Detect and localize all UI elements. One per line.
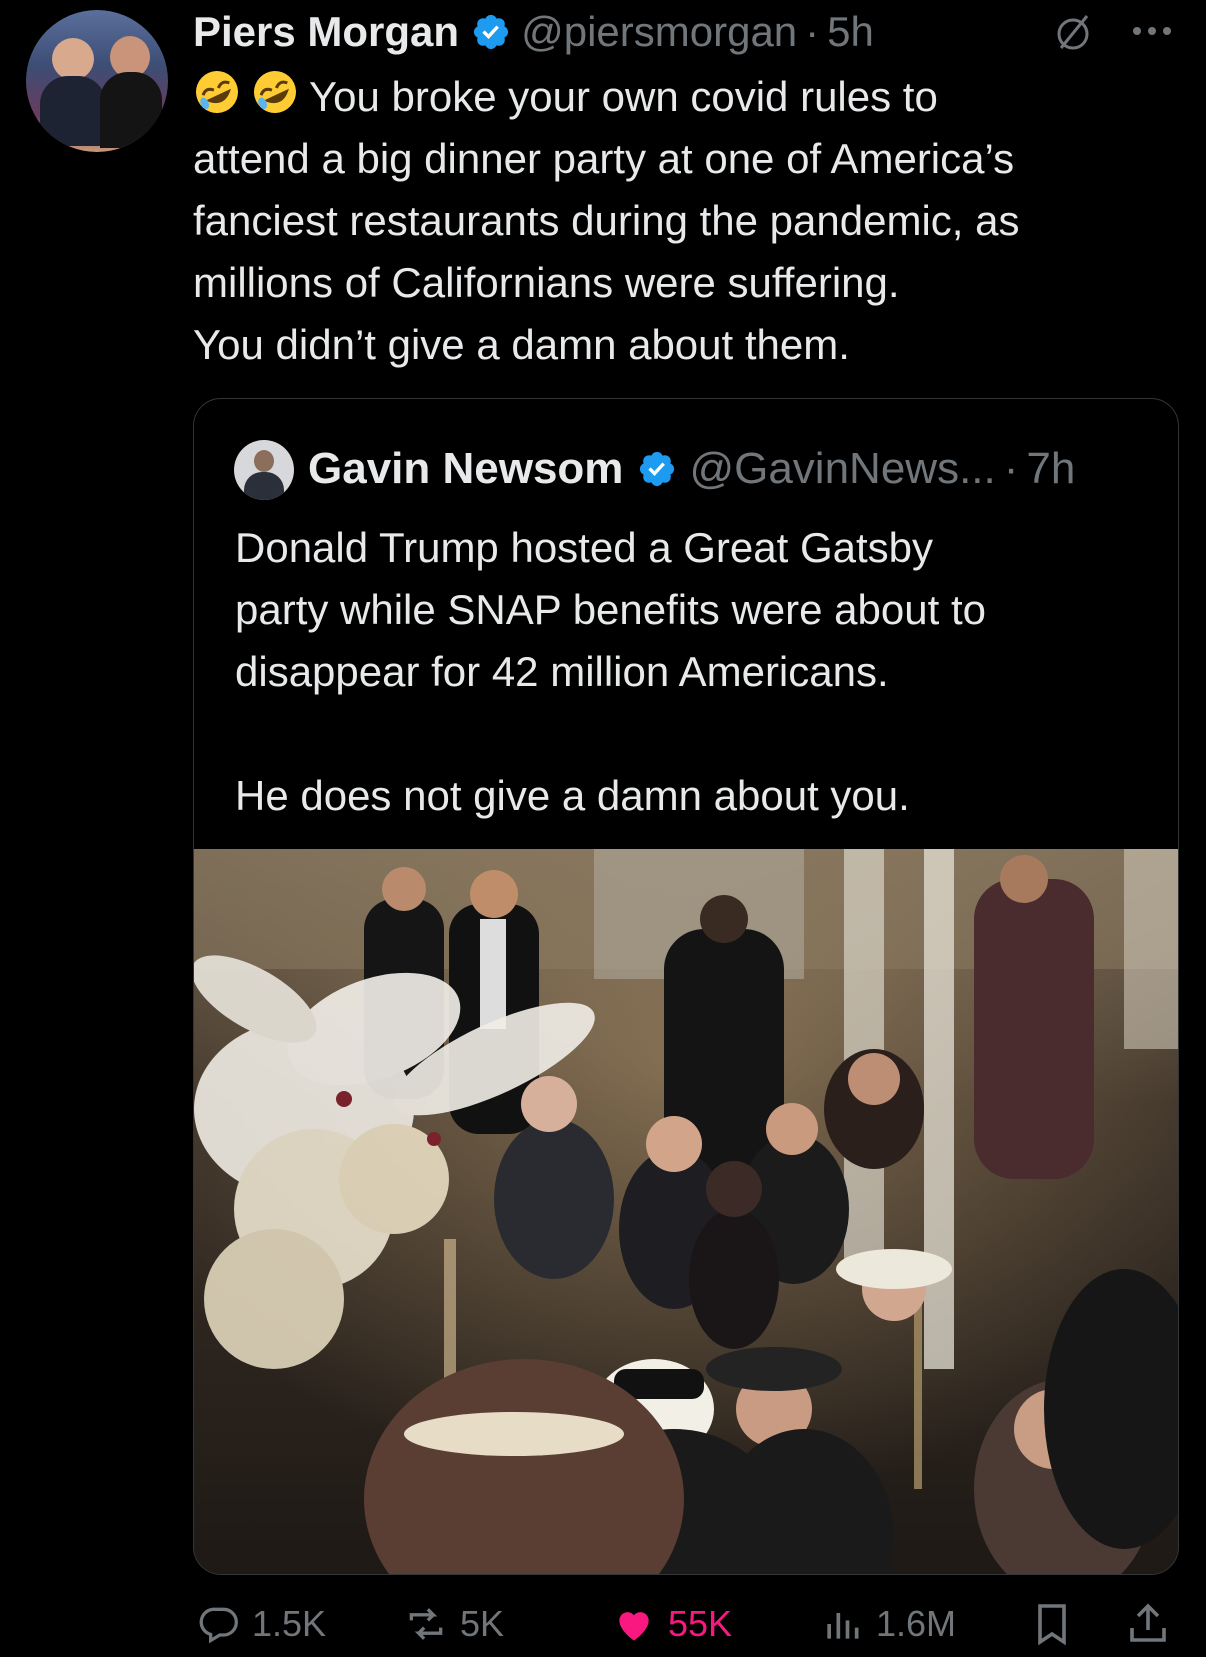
bookmark-icon[interactable] [1028, 1600, 1076, 1648]
rolling-on-floor-laughing-icon [254, 71, 296, 113]
separator-dot: · [805, 8, 820, 55]
quoted-author-avatar[interactable] [234, 440, 294, 500]
author-name[interactable]: Piers Morgan [193, 8, 459, 56]
author-handle[interactable]: @piersmorgan [521, 8, 797, 56]
reply-count: 1.5K [252, 1603, 327, 1644]
repost-button[interactable]: 5K [404, 1596, 504, 1652]
party-photo-image [194, 849, 1178, 1574]
tweet-text-line-1: You broke your own covid rules to [309, 73, 938, 120]
views-count: 1.6M [876, 1603, 957, 1644]
tweet-text-line-4: millions of Californians were suffering. [193, 259, 900, 306]
quoted-tweet-time[interactable]: 7h [1026, 444, 1075, 494]
share-icon[interactable] [1124, 1600, 1172, 1648]
tweet-header: Piers Morgan @piersmorgan · 5h [193, 6, 874, 58]
quoted-tweet-header: Gavin Newsom @GavinNews... · 7h [308, 443, 1075, 495]
tweet-text-line-3: fanciest restaurants during the pandemic… [193, 197, 1020, 244]
quoted-text-line-1: Donald Trump hosted a Great Gatsby [235, 524, 934, 571]
tweet-actions: 1.5K 5K 55K 1.6M [0, 1596, 1206, 1656]
repost-count: 5K [460, 1603, 505, 1644]
tweet-text-line-5: You didn’t give a damn about them. [193, 321, 850, 368]
tweet-time[interactable]: 5h [827, 8, 874, 56]
tweet-text-line-2: attend a big dinner party at one of Amer… [193, 135, 1015, 182]
like-count: 55K [668, 1603, 733, 1644]
party-photo[interactable] [194, 849, 1178, 1574]
tweet-text: You broke your own covid rules to attend… [193, 66, 1193, 376]
quoted-tweet[interactable]: Gavin Newsom @GavinNews... · 7h Donald T… [193, 398, 1179, 1575]
separator-dot: · [1003, 444, 1019, 493]
quoted-tweet-text: Donald Trump hosted a Great Gatsby party… [235, 517, 1155, 827]
tweet: Piers Morgan @piersmorgan · 5h You broke… [0, 0, 1206, 1657]
reply-button[interactable]: 1.5K [196, 1596, 326, 1652]
verified-badge-icon [640, 451, 675, 487]
more-options-icon[interactable] [1130, 24, 1174, 38]
views-chart-icon [827, 1613, 859, 1639]
quoted-author-name[interactable]: Gavin Newsom [308, 444, 623, 494]
reply-icon [199, 1607, 238, 1644]
quoted-text-blank-line [235, 703, 1155, 765]
quoted-author-handle[interactable]: @GavinNews... [689, 444, 995, 494]
grok-icon[interactable] [1053, 12, 1093, 52]
quoted-text-line-3: disappear for 42 million Americans. [235, 648, 889, 695]
heart-icon [619, 1612, 649, 1641]
rolling-on-floor-laughing-icon [196, 71, 238, 113]
quoted-text-line-final: He does not give a damn about you. [235, 772, 910, 819]
views-button[interactable]: 1.6M [820, 1596, 956, 1652]
verified-badge-icon [473, 14, 509, 50]
repost-icon [409, 1608, 443, 1640]
like-button[interactable]: 55K [612, 1596, 732, 1652]
tweet-text-line: You broke your own covid rules to [193, 66, 1193, 128]
quoted-text-line-2: party while SNAP benefits were about to [235, 586, 986, 633]
author-avatar[interactable] [26, 10, 168, 152]
